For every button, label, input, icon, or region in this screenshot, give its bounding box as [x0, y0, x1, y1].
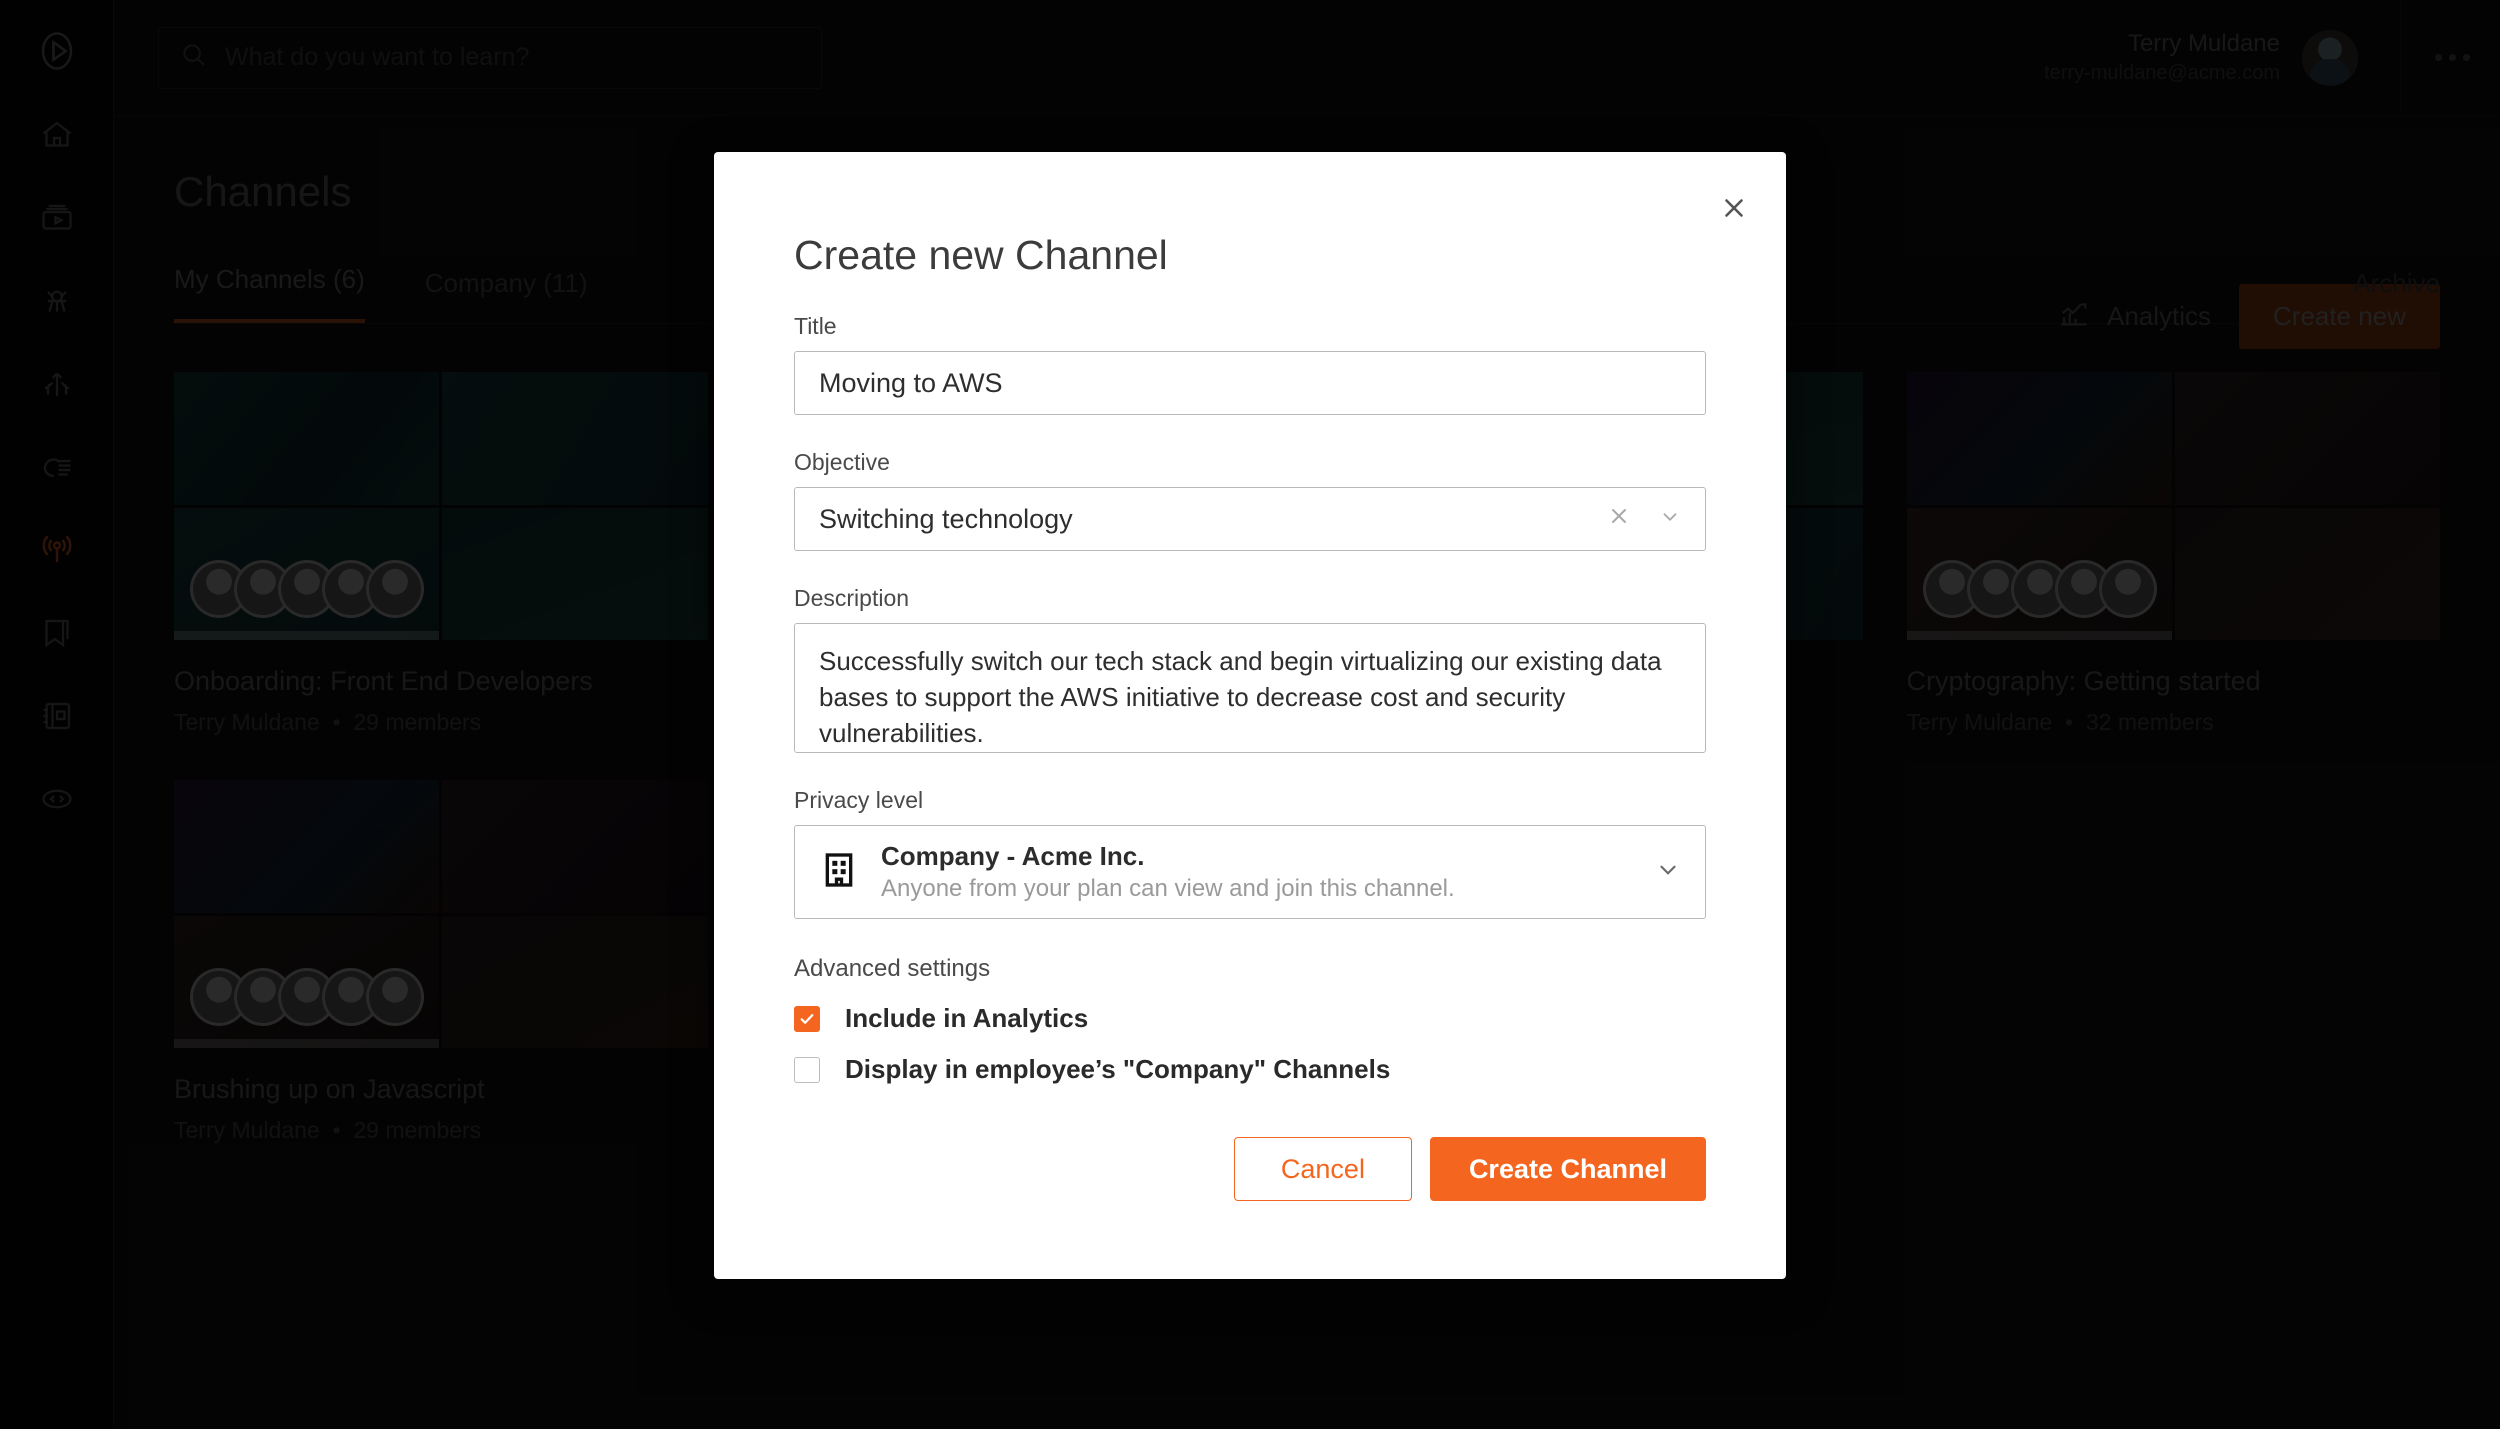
checkbox-label: Include in Analytics [845, 1003, 1089, 1033]
privacy-field: Privacy level Company - Acme Inc. Anyone… [794, 787, 1706, 919]
objective-select-icons [1607, 504, 1681, 535]
building-icon [819, 850, 859, 895]
create-channel-modal: Create new Channel Title Moving to AWS O… [714, 152, 1786, 1279]
title-label: Title [794, 313, 837, 339]
description-field: Description Successfully switch our tech… [794, 585, 1706, 753]
description-textarea[interactable]: Successfully switch our tech stack and b… [794, 623, 1706, 753]
privacy-description: Anyone from your plan can view and join … [881, 875, 1455, 902]
create-channel-button[interactable]: Create Channel [1429, 1137, 1706, 1201]
objective-field: Objective Switching technology [794, 449, 1706, 551]
cancel-button[interactable]: Cancel [1233, 1137, 1412, 1201]
title-field: Title Moving to AWS [794, 313, 1706, 415]
privacy-text: Company - Acme Inc. Anyone from your pla… [881, 839, 1633, 905]
chevron-down-icon[interactable] [1659, 504, 1681, 535]
clear-icon[interactable] [1607, 504, 1631, 535]
chevron-down-icon[interactable] [1655, 857, 1681, 888]
checkbox-label: Display in employee’s "Company" Channels [845, 1054, 1391, 1084]
modal-actions: Cancel Create Channel [794, 1137, 1706, 1201]
privacy-name: Company - Acme Inc. [881, 841, 1145, 871]
title-input-value: Moving to AWS [819, 367, 1003, 398]
privacy-select[interactable]: Company - Acme Inc. Anyone from your pla… [794, 825, 1706, 919]
objective-label: Objective [794, 449, 890, 475]
close-icon[interactable] [1708, 182, 1760, 234]
checkbox-display-company-channels[interactable]: Display in employee’s "Company" Channels [794, 1054, 1706, 1085]
objective-value: Switching technology [819, 503, 1073, 534]
checkbox-box[interactable] [794, 1056, 820, 1083]
checkbox-box[interactable] [794, 1005, 820, 1032]
app-root: What do you want to learn? Terry Muldane… [0, 0, 2500, 1429]
description-label: Description [794, 585, 910, 611]
privacy-label: Privacy level [794, 787, 924, 813]
advanced-settings-label: Advanced settings [794, 955, 991, 982]
modal-title: Create new Channel [794, 232, 1168, 278]
title-input[interactable]: Moving to AWS [794, 351, 1706, 415]
checkbox-include-analytics[interactable]: Include in Analytics [794, 1003, 1706, 1034]
objective-select[interactable]: Switching technology [794, 487, 1706, 551]
